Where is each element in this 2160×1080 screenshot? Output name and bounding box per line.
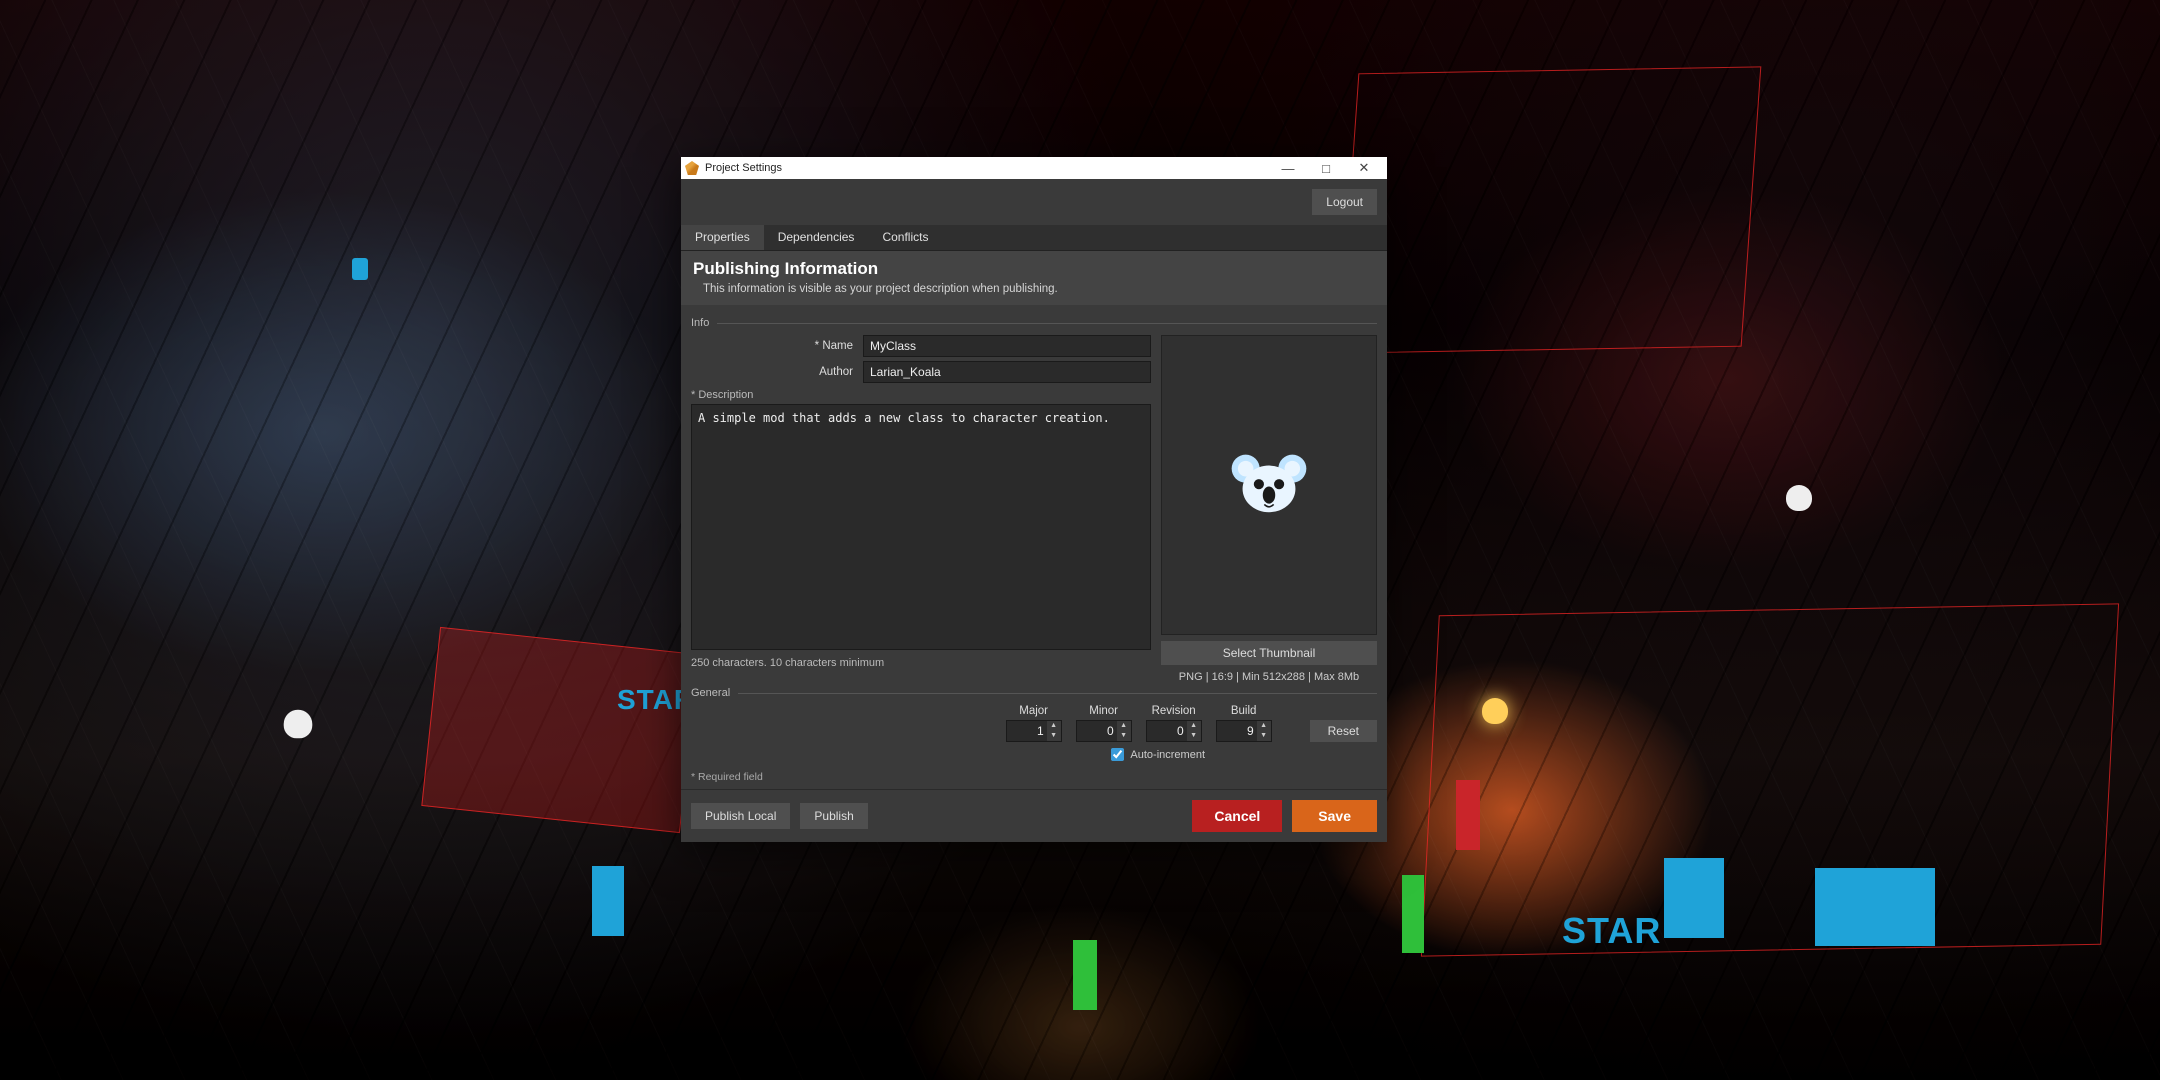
chevron-down-icon[interactable]: ▼ — [1117, 731, 1131, 741]
save-button[interactable]: Save — [1292, 800, 1377, 832]
description-label: * Description — [691, 389, 1151, 401]
major-label: Major — [1019, 705, 1048, 717]
app-icon — [685, 161, 699, 175]
minimize-button[interactable]: — — [1269, 157, 1307, 179]
cancel-button[interactable]: Cancel — [1192, 800, 1282, 832]
major-input[interactable] — [1007, 721, 1047, 741]
group-info-label: Info — [691, 317, 1377, 329]
dialog-footer: Publish Local Publish Cancel Save — [681, 789, 1387, 842]
group-general-label: General — [691, 687, 1377, 699]
chevron-down-icon[interactable]: ▼ — [1047, 731, 1061, 741]
window-title: Project Settings — [705, 162, 782, 174]
chevron-up-icon[interactable]: ▲ — [1187, 721, 1201, 731]
auto-increment-row: Auto-increment — [691, 748, 1377, 761]
tab-properties[interactable]: Properties — [681, 225, 764, 250]
build-input[interactable] — [1217, 721, 1257, 741]
gizmo-cube — [1402, 875, 1424, 953]
gizmo-cube — [592, 866, 624, 936]
required-note: * Required field — [681, 765, 1387, 789]
name-input[interactable] — [863, 335, 1151, 357]
section-title: Publishing Information — [693, 259, 1375, 279]
chevron-down-icon[interactable]: ▼ — [1187, 731, 1201, 741]
gizmo-marker — [1456, 780, 1480, 850]
tab-bar: Properties Dependencies Conflicts — [681, 225, 1387, 251]
dialog-topbar: Logout — [681, 179, 1387, 225]
close-button[interactable]: ✕ — [1345, 157, 1383, 179]
light-gizmo-icon — [284, 710, 313, 739]
chevron-up-icon[interactable]: ▲ — [1257, 721, 1271, 731]
minor-stepper[interactable]: ▲▼ — [1076, 720, 1132, 742]
light-gizmo-icon — [1786, 485, 1812, 511]
auto-increment-label: Auto-increment — [1130, 749, 1205, 761]
description-hint: 250 characters. 10 characters minimum — [691, 657, 1151, 669]
author-label: Author — [691, 366, 863, 378]
revision-label: Revision — [1152, 705, 1196, 717]
publish-local-button[interactable]: Publish Local — [691, 803, 790, 829]
publish-button[interactable]: Publish — [800, 803, 867, 829]
gizmo-cube — [1815, 868, 1935, 946]
revision-input[interactable] — [1147, 721, 1187, 741]
minor-input[interactable] — [1077, 721, 1117, 741]
gizmo-cube — [1664, 858, 1724, 938]
build-label: Build — [1231, 705, 1257, 717]
section-subtitle: This information is visible as your proj… — [693, 283, 1375, 295]
chevron-down-icon[interactable]: ▼ — [1257, 731, 1271, 741]
gizmo-cube — [1073, 940, 1097, 1010]
name-label: Name — [691, 340, 863, 352]
chevron-up-icon[interactable]: ▲ — [1117, 721, 1131, 731]
reset-button[interactable]: Reset — [1310, 720, 1377, 742]
koala-icon — [1229, 450, 1309, 520]
description-textarea[interactable] — [691, 404, 1151, 650]
scene-label: STAR — [1562, 910, 1661, 952]
thumbnail-preview — [1161, 335, 1377, 635]
titlebar[interactable]: Project Settings — □ ✕ — [681, 157, 1387, 179]
revision-stepper[interactable]: ▲▼ — [1146, 720, 1202, 742]
select-thumbnail-button[interactable]: Select Thumbnail — [1161, 641, 1377, 665]
auto-increment-checkbox[interactable] — [1111, 748, 1124, 761]
project-settings-dialog: Project Settings — □ ✕ Logout Properties… — [681, 157, 1387, 842]
chevron-up-icon[interactable]: ▲ — [1047, 721, 1061, 731]
light-gizmo-icon — [1482, 698, 1508, 724]
tab-dependencies[interactable]: Dependencies — [764, 225, 869, 250]
gizmo-small — [352, 258, 368, 280]
version-row: Major ▲▼ Minor ▲▼ Revision ▲▼ — [691, 705, 1377, 742]
thumbnail-spec: PNG | 16:9 | Min 512x288 | Max 8Mb — [1161, 671, 1377, 683]
logout-button[interactable]: Logout — [1312, 189, 1377, 215]
section-header: Publishing Information This information … — [681, 251, 1387, 305]
tab-conflicts[interactable]: Conflicts — [868, 225, 942, 250]
major-stepper[interactable]: ▲▼ — [1006, 720, 1062, 742]
maximize-button[interactable]: □ — [1307, 157, 1345, 179]
minor-label: Minor — [1089, 705, 1118, 717]
build-stepper[interactable]: ▲▼ — [1216, 720, 1272, 742]
author-input[interactable] — [863, 361, 1151, 383]
